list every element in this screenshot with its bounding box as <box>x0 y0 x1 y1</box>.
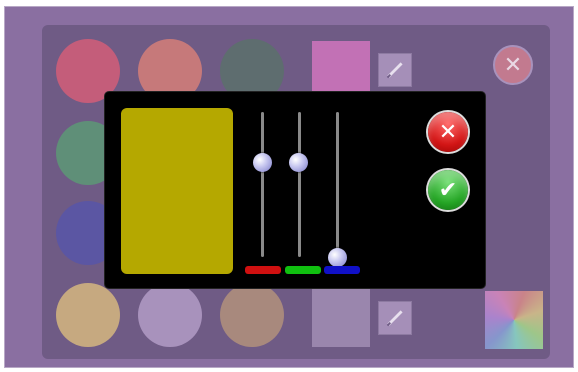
taupe-swatch[interactable] <box>220 283 284 347</box>
edit-button-bottom[interactable] <box>378 301 412 335</box>
green-slider-track[interactable] <box>298 112 301 257</box>
sand-swatch[interactable] <box>56 283 120 347</box>
blue-channel-indicator <box>324 266 360 274</box>
pencil-icon <box>386 62 403 79</box>
magenta-square-swatch[interactable] <box>312 41 370 99</box>
red-slider-thumb[interactable] <box>253 153 272 172</box>
confirm-button[interactable]: ✔ <box>428 170 468 210</box>
checkmark-icon: ✔ <box>438 177 458 203</box>
cancel-button[interactable]: ✕ <box>428 112 468 152</box>
blue-slider-thumb[interactable] <box>328 248 347 267</box>
pencil-icon <box>386 310 403 327</box>
red-slider-track[interactable] <box>261 112 264 257</box>
color-picker-dialog: ✕ ✔ <box>105 92 485 288</box>
edit-button-top[interactable] <box>378 53 412 87</box>
close-icon: ✕ <box>503 52 523 78</box>
green-slider-thumb[interactable] <box>289 153 308 172</box>
color-wheel-button[interactable] <box>485 291 543 349</box>
gray-square-swatch[interactable] <box>312 289 370 347</box>
lavender-swatch[interactable] <box>138 283 202 347</box>
close-icon: ✕ <box>438 119 458 145</box>
red-channel-indicator <box>245 266 281 274</box>
close-button[interactable]: ✕ <box>493 45 533 85</box>
blue-slider-track[interactable] <box>336 112 339 257</box>
green-channel-indicator <box>285 266 321 274</box>
color-preview <box>121 108 233 274</box>
